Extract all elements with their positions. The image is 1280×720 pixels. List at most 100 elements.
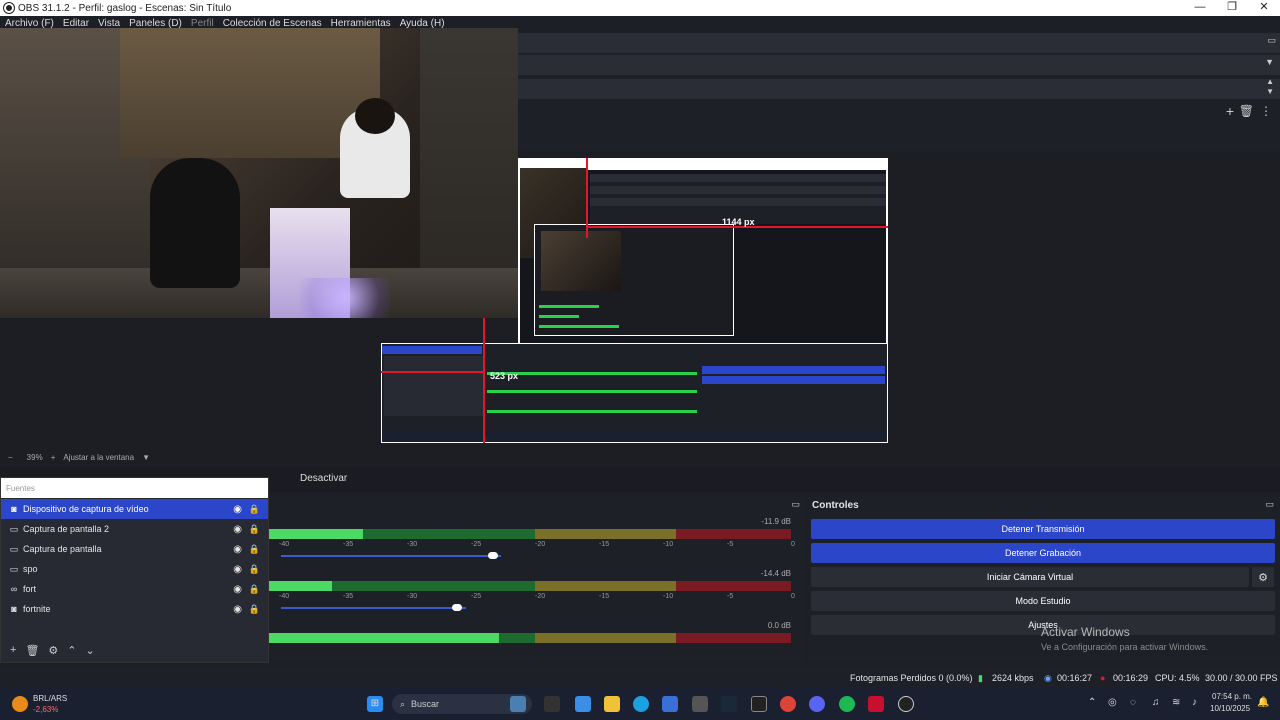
menu-view[interactable]: Vista [98, 18, 120, 29]
visibility-eye-icon[interactable]: ◉ [233, 504, 242, 515]
meter-tick-label: -40 [279, 541, 290, 548]
volume-slider[interactable] [281, 555, 501, 557]
guide-line-vertical [483, 318, 485, 443]
dropped-frames: Fotogramas Perdidos 0 (0.0%) [850, 673, 973, 683]
stop-record-button[interactable]: Detener Grabación [811, 543, 1275, 563]
move-down-button[interactable]: ⌄ [86, 644, 95, 657]
visibility-eye-icon[interactable]: ◉ [233, 564, 242, 575]
rgb-glow [300, 278, 390, 318]
zoom-bar: − 39% + Ajustar a la ventana ▼ [0, 451, 1280, 464]
dock-row[interactable] [518, 55, 1280, 75]
volume-icon[interactable]: ♪ [1192, 697, 1197, 708]
webcam-video-source[interactable] [0, 28, 518, 318]
chevron-down-icon[interactable]: ▼ [1266, 87, 1274, 96]
trash-icon[interactable]: 🗑 [1239, 104, 1254, 118]
menu-tools[interactable]: Herramientas [331, 18, 391, 29]
stream-icon: ◉ [1044, 673, 1052, 683]
zoom-fit-dropdown[interactable]: Ajustar a la ventana [63, 453, 134, 462]
spotify-icon[interactable] [839, 696, 855, 712]
menu-docks[interactable]: Paneles (D) [129, 18, 182, 29]
record-time: 00:16:29 [1113, 673, 1149, 683]
lock-icon[interactable]: 🔒 [249, 584, 260, 595]
volume-slider[interactable] [281, 607, 466, 609]
add-icon[interactable]: + [1226, 103, 1234, 119]
maximize-button[interactable]: ❐ [1216, 0, 1248, 16]
edge-icon[interactable] [633, 696, 649, 712]
deactivate-button[interactable]: Desactivar [300, 473, 347, 484]
discord-icon[interactable] [809, 696, 825, 712]
snipping-tool-icon[interactable] [692, 696, 708, 712]
more-icon[interactable]: ⋮ [1260, 104, 1272, 118]
file-explorer-icon[interactable] [604, 696, 620, 712]
zoom-out-button[interactable]: − [8, 453, 13, 462]
microphone-icon[interactable]: ♫ [1152, 697, 1160, 708]
tray-icon[interactable]: ◌ [1130, 697, 1136, 708]
copilot-icon[interactable] [575, 696, 591, 712]
visibility-eye-icon[interactable]: ◉ [233, 524, 242, 535]
mixer-menu-icon[interactable]: ▭ [791, 499, 800, 510]
source-item[interactable]: ▭ Captura de pantalla 2 ◉ 🔒 [1, 519, 268, 539]
meter-tick-label: -35 [343, 593, 354, 600]
lock-icon[interactable]: 🔒 [249, 524, 260, 535]
source-item[interactable]: ▭ Captura de pantalla ◉ 🔒 [1, 539, 268, 559]
tray-icon[interactable]: ◎ [1108, 697, 1117, 708]
close-button[interactable]: ✕ [1248, 0, 1280, 16]
obs-taskbar-icon[interactable] [898, 696, 914, 712]
menu-file[interactable]: Archivo (F) [5, 18, 54, 29]
source-item[interactable]: ∞ fort ◉ 🔒 [1, 579, 268, 599]
virtual-cam-settings-icon[interactable]: ⚙ [1252, 567, 1274, 587]
menu-bar: Archivo (F) Editar Vista Paneles (D) Per… [0, 16, 1280, 31]
chevron-down-icon[interactable]: ▼ [142, 453, 150, 462]
app-icon[interactable] [868, 696, 884, 712]
source-item[interactable]: ◙ Dispositivo de captura de vídeo ◉ 🔒 [1, 499, 268, 519]
menu-edit[interactable]: Editar [63, 18, 89, 29]
chevron-up-icon[interactable]: ▲ [1266, 77, 1274, 86]
controls-menu-icon[interactable]: ▭ [1265, 499, 1274, 510]
volume-slider-knob[interactable] [488, 552, 498, 559]
clock-date[interactable]: 10/10/2025 [1210, 704, 1250, 713]
chrome-icon[interactable] [780, 696, 796, 712]
studio-mode-button[interactable]: Modo Estudio [811, 591, 1275, 611]
volume-slider-knob[interactable] [452, 604, 462, 611]
meter-tick-label: -15 [599, 541, 610, 548]
visibility-eye-icon[interactable]: ◉ [233, 584, 242, 595]
obs-logo-icon [4, 3, 14, 13]
add-source-button[interactable]: + [10, 644, 16, 656]
minimize-button[interactable]: — [1184, 0, 1216, 16]
meter-tick-label: -35 [343, 541, 354, 548]
epic-games-icon[interactable] [751, 696, 767, 712]
visibility-eye-icon[interactable]: ◉ [233, 544, 242, 555]
source-label: spo [23, 564, 38, 574]
wifi-icon[interactable]: ≋ [1172, 697, 1180, 708]
start-button-icon[interactable]: ⊞ [367, 696, 383, 712]
lock-icon[interactable]: 🔒 [249, 504, 260, 515]
stop-stream-button[interactable]: Detener Transmisión [811, 519, 1275, 539]
dock-menu-icon[interactable]: ▭ [1267, 35, 1276, 46]
source-label: fort [23, 584, 37, 594]
lock-icon[interactable]: 🔒 [249, 564, 260, 575]
lock-icon[interactable]: 🔒 [249, 544, 260, 555]
zoom-in-button[interactable]: + [51, 453, 56, 462]
menu-scene-collection[interactable]: Colección de Escenas [223, 18, 322, 29]
task-view-icon[interactable] [544, 696, 560, 712]
move-up-button[interactable]: ⌃ [67, 644, 76, 657]
lock-icon[interactable]: 🔒 [249, 604, 260, 615]
start-virtual-cam-button[interactable]: Iniciar Cámara Virtual [811, 567, 1249, 587]
search-icon: ⌕ [400, 698, 406, 709]
source-properties-button[interactable]: ⚙ [48, 644, 58, 657]
menu-profile[interactable]: Perfil [191, 18, 214, 29]
source-item[interactable]: ▭ spo ◉ 🔒 [1, 559, 268, 579]
source-item[interactable]: ◙ fortnite ◉ 🔒 [1, 599, 268, 619]
clock-time[interactable]: 07:54 p. m. [1212, 692, 1252, 701]
remove-source-button[interactable]: 🗑 [25, 644, 39, 657]
chevron-up-icon[interactable]: ⌃ [1088, 697, 1096, 708]
menu-help[interactable]: Ayuda (H) [400, 18, 445, 29]
notification-bell-icon[interactable]: 🔔 [1257, 697, 1269, 708]
steam-icon[interactable] [721, 696, 737, 712]
store-icon[interactable] [662, 696, 678, 712]
stock-widget-icon[interactable] [12, 696, 28, 712]
news-widget-icon[interactable] [510, 696, 526, 712]
cpu-usage: CPU: 4.5% [1155, 673, 1200, 683]
chevron-down-icon[interactable]: ▼ [1265, 57, 1274, 67]
visibility-eye-icon[interactable]: ◉ [233, 604, 242, 615]
